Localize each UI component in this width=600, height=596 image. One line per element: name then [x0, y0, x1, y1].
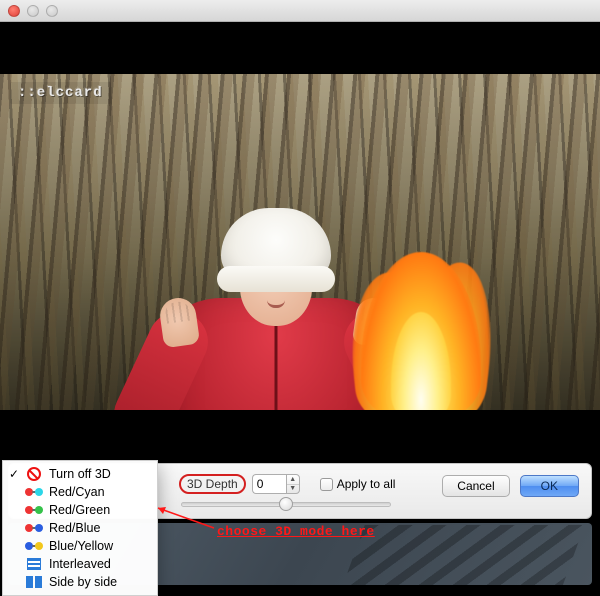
menu-item-off[interactable]: ✓ Turn off 3D — [3, 465, 157, 483]
video-watermark: ::elccard — [10, 82, 111, 104]
menu-item-sbs[interactable]: Side by side — [3, 573, 157, 591]
menu-item-redcyan[interactable]: Red/Cyan — [3, 483, 157, 501]
window-titlebar — [0, 0, 600, 22]
letterbox-bottom — [0, 410, 600, 460]
annotation-text: choose 3D mode here — [217, 524, 375, 539]
depth-step-up[interactable]: ▲ — [287, 475, 299, 485]
window-close-button[interactable] — [8, 5, 20, 17]
3d-mode-menu[interactable]: ✓ Turn off 3D Red/Cyan Red/Green Red/Blue Blu… — [2, 460, 158, 596]
depth-input[interactable] — [252, 474, 286, 494]
window-zoom-button[interactable] — [46, 5, 58, 17]
menu-item-blueyellow[interactable]: Blue/Yellow — [3, 537, 157, 555]
window-minimize-button[interactable] — [27, 5, 39, 17]
menu-item-redblue[interactable]: Red/Blue — [3, 519, 157, 537]
menu-item-label: Red/Blue — [49, 521, 100, 535]
menu-item-interleaved[interactable]: Interleaved — [3, 555, 157, 573]
menu-item-redgreen[interactable]: Red/Green — [3, 501, 157, 519]
video-bonfire — [336, 232, 506, 410]
depth-label: 3D Depth — [179, 474, 246, 494]
checkbox-box[interactable] — [320, 478, 333, 491]
depth-stepper[interactable]: ▲ ▼ — [252, 474, 300, 494]
video-frame[interactable]: ::elccard — [0, 74, 600, 410]
letterbox-top — [0, 22, 600, 74]
menu-item-label: Interleaved — [49, 557, 111, 571]
annotation-arrow — [150, 525, 210, 526]
ok-button[interactable]: OK — [520, 475, 579, 497]
cancel-button[interactable]: Cancel — [442, 475, 509, 497]
menu-item-label: Blue/Yellow — [49, 539, 113, 553]
menu-item-label: Red/Cyan — [49, 485, 105, 499]
menu-item-label: Turn off 3D — [49, 467, 111, 481]
menu-item-label: Side by side — [49, 575, 117, 589]
apply-to-all-checkbox[interactable]: Apply to all — [320, 477, 396, 491]
menu-item-label: Red/Green — [49, 503, 110, 517]
slider-thumb[interactable] — [279, 497, 293, 511]
apply-to-all-label: Apply to all — [337, 477, 396, 491]
depth-step-down[interactable]: ▼ — [287, 485, 299, 494]
check-icon: ✓ — [9, 467, 19, 481]
